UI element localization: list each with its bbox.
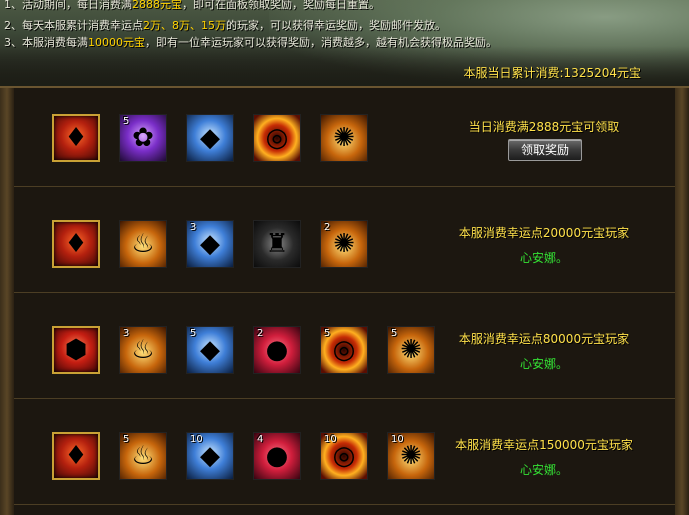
rule-3-text: 3、本服消费每满	[4, 36, 88, 49]
item-slot[interactable]: ◆ 10	[186, 432, 234, 480]
item-count: 3	[190, 222, 197, 233]
winner-name: 心安娜。	[519, 357, 568, 371]
item-count: 4	[257, 434, 264, 445]
rule-2-text-end: 的玩家，可以获得幸运奖励，奖励邮件发放。	[226, 19, 446, 32]
item-count: 2	[324, 222, 331, 233]
server-total-consumption: 本服当日累计消费:1325204元宝	[464, 64, 642, 81]
item-count: 3	[123, 328, 130, 339]
rule-1-text: 1、活动期间，每日消费满	[4, 0, 132, 11]
red-crystal-cluster-icon: ♦	[64, 123, 88, 153]
total-label: 本服当日累计消费:	[463, 66, 564, 80]
fire-orb-icon: ✺	[333, 123, 355, 153]
item-slot[interactable]: ✺ 10	[387, 432, 435, 480]
item-slot[interactable]: ◆	[186, 114, 234, 162]
reward-condition: 本服消费幸运点80000元宝玩家	[458, 332, 630, 346]
item-count: 10	[190, 434, 203, 445]
item-count: 2	[257, 328, 264, 339]
item-slot[interactable]: ♨ 5	[119, 432, 167, 480]
rule-2-text: 2、每天本服累计消费幸运点	[4, 19, 143, 32]
panel-right-border	[675, 88, 689, 515]
item-slot[interactable]: ✺ 5	[387, 326, 435, 374]
reward-row-lucky-80000: ⬢ ♨ 3 ◆ 5 ● 2 ◎ 5 ✺ 5 本服消费幸运点80000元宝玩家 心…	[14, 300, 675, 399]
item-slot[interactable]: ◎ 10	[320, 432, 368, 480]
blue-crystal-icon: ◆	[200, 123, 220, 153]
rule-1-highlight: 2888元宝	[132, 0, 182, 11]
item-count: 5	[391, 328, 398, 339]
rule-3-highlight: 10000元宝	[88, 36, 145, 49]
rule-line-3: 3、本服消费每满10000元宝，即有一位幸运玩家可以获得奖励，消费越多，越有机会…	[4, 36, 497, 50]
rule-line-2: 2、每天本服累计消费幸运点2万、8万、15万的玩家，可以获得幸运奖励，奖励邮件发…	[4, 19, 446, 33]
panel-left-border	[0, 88, 14, 515]
item-slot[interactable]: ♨ 3	[119, 326, 167, 374]
reward-condition: 本服消费幸运点20000元宝玩家	[458, 226, 630, 240]
rule-line-1: 1、活动期间，每日消费满2888元宝，即可在面板领取奖励，奖励每日重置。	[4, 0, 380, 12]
item-slot[interactable]: ◆ 5	[186, 326, 234, 374]
rule-3-text-end: ，即有一位幸运玩家可以获得奖励，消费越多，越有机会获得极品奖励。	[145, 36, 497, 49]
item-slot[interactable]: ♜	[253, 220, 301, 268]
item-slot[interactable]: ♦	[52, 114, 100, 162]
fire-ring-icon: ◎	[265, 123, 289, 153]
reward-row-lucky-150000: ♦ ♨ 5 ◆ 10 ● 4 ◎ 10 ✺ 10 本服消费幸运点150000元宝…	[14, 406, 675, 505]
item-slot[interactable]: ✺	[320, 114, 368, 162]
golden-cauldron-icon: ♨	[131, 229, 155, 259]
rule-2-highlight: 2万、8万、15万	[143, 19, 226, 32]
reward-condition: 当日消费满2888元宝可领取	[468, 120, 620, 134]
reward-condition: 本服消费幸运点150000元宝玩家	[455, 438, 633, 452]
item-slot[interactable]: ♦	[52, 432, 100, 480]
winner-name: 心安娜。	[519, 463, 568, 477]
item-slot[interactable]: ● 2	[253, 326, 301, 374]
reward-row-daily: ♦ ✿ 5 ◆ ◎ ✺ 当日消费满2888元宝可领取 领取奖励	[14, 88, 675, 187]
dark-armor-icon: ♜	[265, 229, 289, 259]
item-count: 10	[324, 434, 337, 445]
item-count: 5	[324, 328, 331, 339]
event-banner: 1、活动期间，每日消费满2888元宝，即可在面板领取奖励，奖励每日重置。 2、每…	[0, 0, 689, 86]
item-slot[interactable]: ◎ 5	[320, 326, 368, 374]
reward-panel: ♦ ✿ 5 ◆ ◎ ✺ 当日消费满2888元宝可领取 领取奖励 ♦ ♨ ◆ 3 …	[0, 86, 689, 515]
red-rune-gem-icon: ♦	[64, 441, 88, 471]
item-count: 10	[391, 434, 404, 445]
item-slot[interactable]: ⬢	[52, 326, 100, 374]
item-slot[interactable]: ◆ 3	[186, 220, 234, 268]
red-crystal-shard-icon: ♦	[64, 229, 88, 259]
red-gem-icon: ⬢	[64, 335, 88, 365]
item-slot[interactable]: ● 4	[253, 432, 301, 480]
item-count: 5	[190, 328, 197, 339]
item-slot[interactable]: ♦	[52, 220, 100, 268]
item-slot[interactable]: ✿ 5	[119, 114, 167, 162]
item-slot[interactable]: ✺ 2	[320, 220, 368, 268]
reward-row-lucky-20000: ♦ ♨ ◆ 3 ♜ ✺ 2 本服消费幸运点20000元宝玩家 心安娜。	[14, 194, 675, 293]
item-slot[interactable]: ♨	[119, 220, 167, 268]
winner-name: 心安娜。	[519, 251, 568, 265]
item-count: 5	[123, 434, 130, 445]
item-slot[interactable]: ◎	[253, 114, 301, 162]
rule-1-text-end: ，即可在面板领取奖励，奖励每日重置。	[182, 0, 380, 11]
claim-reward-button[interactable]: 领取奖励	[508, 139, 582, 161]
item-count: 5	[123, 116, 130, 127]
total-value: 1325204元宝	[563, 66, 641, 80]
